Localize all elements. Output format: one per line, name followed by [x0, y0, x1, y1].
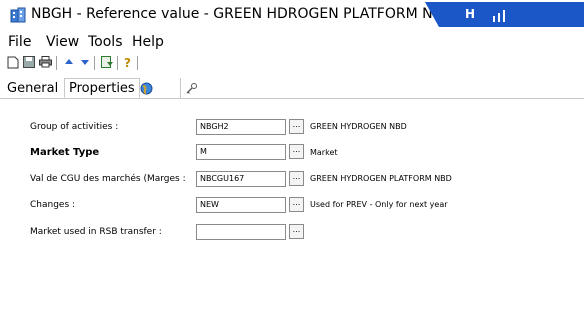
globe-icon — [140, 82, 153, 94]
menu-bar: File View Tools Help — [0, 31, 584, 53]
cgu-value-label: Val de CGU des marchés (Marges : — [30, 174, 186, 184]
menu-help[interactable]: Help — [132, 34, 164, 50]
tab-general[interactable]: General — [3, 78, 62, 98]
changes-desc: Used for PREV - Only for next year — [310, 200, 448, 209]
toolbar: ? — [0, 54, 584, 72]
group-of-activities-browse-button[interactable]: ... — [289, 119, 304, 134]
svg-text:?: ? — [124, 56, 131, 69]
tab-properties[interactable]: Properties — [64, 78, 140, 98]
tab-strip: General Properties — [0, 76, 584, 99]
rsb-transfer-label: Market used in RSB transfer : — [30, 227, 162, 237]
toolbar-separator — [94, 56, 95, 70]
rsb-transfer-browse-button[interactable]: ... — [289, 224, 304, 239]
arrow-down-icon[interactable] — [78, 55, 92, 69]
group-of-activities-field[interactable]: NBGH2 — [196, 119, 286, 135]
properties-panel: Group of activities : NBGH2 ... GREEN HY… — [0, 99, 584, 309]
group-of-activities-label: Group of activities : — [30, 122, 119, 132]
cgu-value-field[interactable]: NBCGU167 — [196, 171, 286, 187]
title-banner — [425, 2, 584, 27]
toolbar-separator — [56, 56, 57, 70]
menu-view[interactable]: View — [46, 34, 79, 50]
changes-label: Changes : — [30, 200, 76, 210]
tab-key[interactable] — [180, 78, 228, 98]
help-icon[interactable]: ? — [121, 55, 135, 69]
toolbar-separator — [137, 56, 138, 70]
market-type-desc: Market — [310, 148, 338, 157]
print-icon[interactable] — [38, 55, 52, 69]
banner-label: H — [465, 7, 477, 21]
group-of-activities-desc: GREEN HYDROGEN NBD — [310, 122, 407, 131]
app-building-icon — [10, 7, 26, 23]
rsb-transfer-field[interactable] — [196, 224, 286, 240]
export-icon[interactable] — [100, 55, 114, 69]
window-title: NBGH - Reference value - GREEN HDROGEN P… — [31, 6, 453, 22]
arrow-up-icon[interactable] — [62, 55, 76, 69]
market-type-field[interactable]: M — [196, 144, 286, 160]
new-icon[interactable] — [6, 55, 20, 69]
cgu-value-browse-button[interactable]: ... — [289, 171, 304, 186]
key-icon — [186, 82, 197, 94]
title-bar: NBGH - Reference value - GREEN HDROGEN P… — [0, 0, 584, 30]
menu-tools[interactable]: Tools — [88, 34, 123, 50]
menu-file[interactable]: File — [8, 34, 31, 50]
tab-globe[interactable] — [136, 78, 172, 98]
market-type-label: Market Type — [30, 147, 100, 158]
toolbar-separator — [117, 56, 118, 70]
cgu-value-desc: GREEN HYDROGEN PLATFORM NBD — [310, 174, 452, 183]
market-type-browse-button[interactable]: ... — [289, 144, 304, 159]
changes-browse-button[interactable]: ... — [289, 197, 304, 212]
changes-field[interactable]: NEW — [196, 197, 286, 213]
save-icon[interactable] — [22, 55, 36, 69]
